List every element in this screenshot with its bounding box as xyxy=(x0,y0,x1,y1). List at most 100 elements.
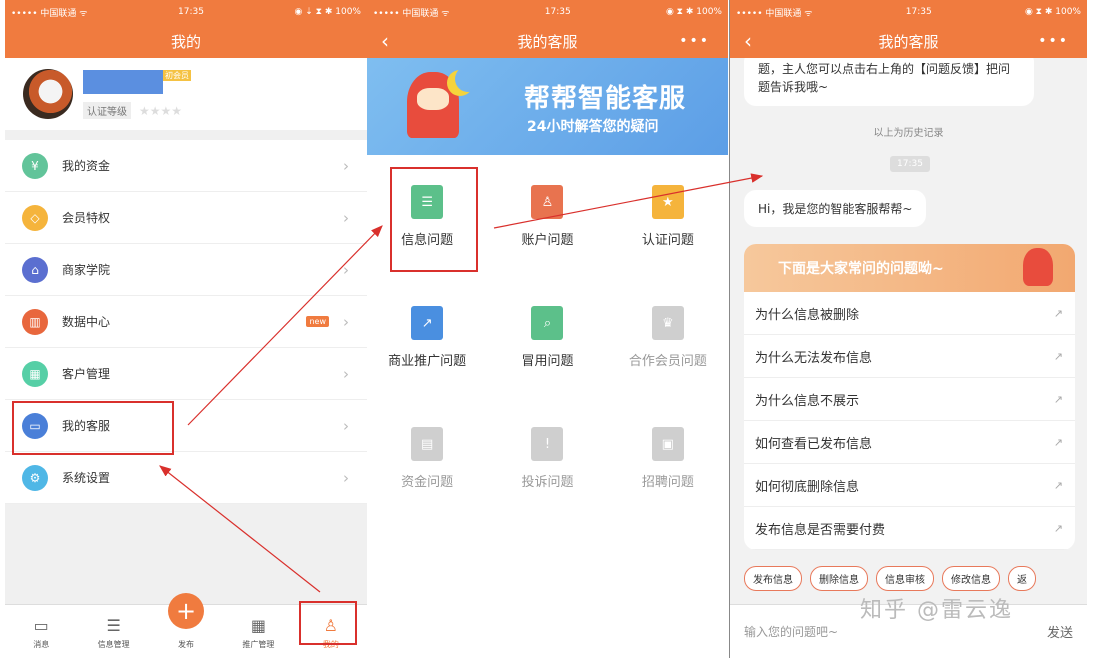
share-arrow-icon: ↗ xyxy=(1053,521,1063,535)
category-item[interactable]: ▤ 资金问题 xyxy=(367,417,487,538)
mascot-icon xyxy=(407,72,459,138)
status-bar: ••••• 中国联通 ᯤ 17:35 ◉ ⧗ ✱ 100% xyxy=(730,0,1087,24)
quick-reply-chip[interactable]: 返 xyxy=(1008,566,1036,591)
search-doc-icon: ⌕ xyxy=(531,306,564,340)
time-text: 17:35 xyxy=(905,7,932,17)
highlight-info-question xyxy=(390,167,478,272)
message-icon: ▭ xyxy=(33,616,49,635)
chart-icon: ▥ xyxy=(22,308,48,335)
previous-message: 题，主人您可以点击右上角的【问题反馈】把问题告诉我哦~ xyxy=(744,58,1034,106)
chevron-right-icon: › xyxy=(343,208,349,227)
highlight-my-tab xyxy=(299,601,357,645)
watermark: 知乎 @雷云逸 xyxy=(860,598,1013,623)
profile-card[interactable]: 初会员 认证等级 ★★★★ xyxy=(5,58,367,130)
quick-reply-chip[interactable]: 删除信息 xyxy=(810,566,868,591)
category-item[interactable]: ▣ 招聘问题 xyxy=(608,417,728,538)
monitor-icon: ↗ xyxy=(411,306,444,340)
tab-message[interactable]: ▭ 消息 xyxy=(5,605,77,658)
star-rating: ★★★★ xyxy=(139,103,183,118)
briefcase-icon: ▣ xyxy=(651,427,684,461)
account-icon: ♙ xyxy=(531,185,564,219)
share-arrow-icon: ↗ xyxy=(1053,478,1063,492)
faq-header-text: 下面是大家常问的问题呦~ xyxy=(778,261,944,277)
page-title: 我的客服 xyxy=(878,32,939,51)
chevron-right-icon: › xyxy=(343,312,349,331)
tab-promote[interactable]: ▦ 推广管理 xyxy=(222,605,294,658)
category-item[interactable]: ♛ 合作会员问题 xyxy=(608,296,728,417)
avatar[interactable] xyxy=(23,69,73,119)
quick-reply-chip[interactable]: 修改信息 xyxy=(942,566,1000,591)
faq-list: 为什么信息被删除 ↗ 为什么无法发布信息 ↗ 为什么信息不展示 ↗ 如何查看已发布信息 ↗ 如何… xyxy=(744,292,1075,550)
quick-reply-chip[interactable]: 信息审核 xyxy=(876,566,934,591)
menu-item[interactable]: ¥ 我的资金 › xyxy=(5,140,367,192)
crown-icon: ♛ xyxy=(651,306,684,340)
category-item[interactable]: ⌕ 冒用问题 xyxy=(487,296,607,417)
battery-text: ◉ ⧗ ✱ 100% xyxy=(1024,7,1081,17)
faq-question: 如何彻底删除信息 xyxy=(755,479,860,495)
menu-item-label: 商家学院 xyxy=(62,263,111,277)
grid-icon: ▦ xyxy=(22,360,48,387)
faq-item[interactable]: 为什么信息不展示 ↗ xyxy=(744,378,1075,421)
promote-icon: ▦ xyxy=(250,616,266,635)
yen-icon: ¥ xyxy=(22,152,48,179)
menu-item[interactable]: ▦ 客户管理 › xyxy=(5,348,367,400)
customer-service-screen: ••••• 中国联通 ᯤ 17:35 ◉ ⧗ ✱ 100% ‹ 我的客服 •••… xyxy=(367,0,728,658)
faq-question: 为什么信息被删除 xyxy=(755,307,860,323)
share-arrow-icon: ↗ xyxy=(1053,349,1063,363)
carrier-text: ••••• 中国联通 ᯤ xyxy=(11,8,88,19)
back-icon[interactable]: ‹ xyxy=(381,29,389,53)
menu-item[interactable]: ⚙ 系统设置 › xyxy=(5,452,367,504)
faq-item[interactable]: 为什么信息被删除 ↗ xyxy=(744,292,1075,335)
page-title: 我的客服 xyxy=(517,32,578,51)
faq-header: 下面是大家常问的问题呦~ xyxy=(744,244,1075,292)
tab-label: 推广管理 xyxy=(242,640,275,649)
faq-item[interactable]: 发布信息是否需要付费 ↗ xyxy=(744,507,1075,550)
gear-icon: ⚙ xyxy=(22,464,48,491)
tab-plus[interactable]: + 发布 xyxy=(150,593,222,658)
more-icon[interactable]: ••• xyxy=(1038,33,1069,49)
category-item[interactable]: ↗ 商业推广问题 xyxy=(367,296,487,417)
faq-item[interactable]: 为什么无法发布信息 ↗ xyxy=(744,335,1075,378)
menu-item[interactable]: ◇ 会员特权 › xyxy=(5,192,367,244)
status-bar: ••••• 中国联通 ᯤ 17:35 ◉ ⇣ ⧗ ✱ 100% xyxy=(5,0,367,24)
faq-item[interactable]: 如何查看已发布信息 ↗ xyxy=(744,421,1075,464)
menu-item-label: 客户管理 xyxy=(62,367,111,381)
more-icon[interactable]: ••• xyxy=(679,33,710,49)
chevron-right-icon: › xyxy=(343,468,349,487)
share-arrow-icon: ↗ xyxy=(1053,306,1063,320)
vip-badge: 初会员 xyxy=(163,69,191,81)
time-text: 17:35 xyxy=(178,7,204,17)
chevron-right-icon: › xyxy=(343,416,349,435)
list-icon: ☰ xyxy=(106,616,121,635)
back-icon[interactable]: ‹ xyxy=(744,29,752,53)
faq-item[interactable]: 如何彻底删除信息 ↗ xyxy=(744,464,1075,507)
chat-area[interactable]: 题，主人您可以点击右上角的【问题反馈】把问题告诉我哦~ 以上为历史记录 17:3… xyxy=(730,58,1087,604)
send-button[interactable]: 发送 xyxy=(1047,622,1073,641)
menu-item[interactable]: ▥ 数据中心 new › xyxy=(5,296,367,348)
banner-subtitle: 24小时解答您的疑问 xyxy=(527,119,659,135)
message-timestamp: 17:35 xyxy=(890,156,930,172)
complaint-icon: ! xyxy=(531,427,564,461)
new-badge: new xyxy=(306,316,329,327)
my-page-screen: ••••• 中国联通 ᯤ 17:35 ◉ ⇣ ⧗ ✱ 100% 我的 初会员 认… xyxy=(5,0,367,658)
battery-text: ◉ ⧗ ✱ 100% xyxy=(665,7,722,17)
category-item[interactable]: ★ 认证问题 xyxy=(608,175,728,296)
faq-question: 发布信息是否需要付费 xyxy=(755,522,886,538)
moon-icon xyxy=(455,66,481,92)
menu-item[interactable]: ⌂ 商家学院 › xyxy=(5,244,367,296)
chat-input[interactable]: 输入您的问题吧~ xyxy=(744,623,838,640)
service-banner: 帮帮智能客服 24小时解答您的疑问 xyxy=(367,58,728,155)
page-title: 我的 xyxy=(170,32,201,51)
banner-title: 帮帮智能客服 xyxy=(524,84,687,114)
share-arrow-icon: ↗ xyxy=(1053,392,1063,406)
tab-list[interactable]: ☰ 信息管理 xyxy=(77,605,149,658)
quick-reply-chip[interactable]: 发布信息 xyxy=(744,566,802,591)
category-item[interactable]: ! 投诉问题 xyxy=(487,417,607,538)
plus-icon[interactable]: + xyxy=(168,593,205,629)
tab-label: 信息管理 xyxy=(97,640,130,649)
menu-item-label: 我的资金 xyxy=(62,159,111,173)
category-item[interactable]: ♙ 账户问题 xyxy=(487,175,607,296)
chevron-right-icon: › xyxy=(343,156,349,175)
nav-bar: ‹ 我的客服 ••• xyxy=(730,24,1087,58)
mascot-icon xyxy=(1023,248,1053,286)
